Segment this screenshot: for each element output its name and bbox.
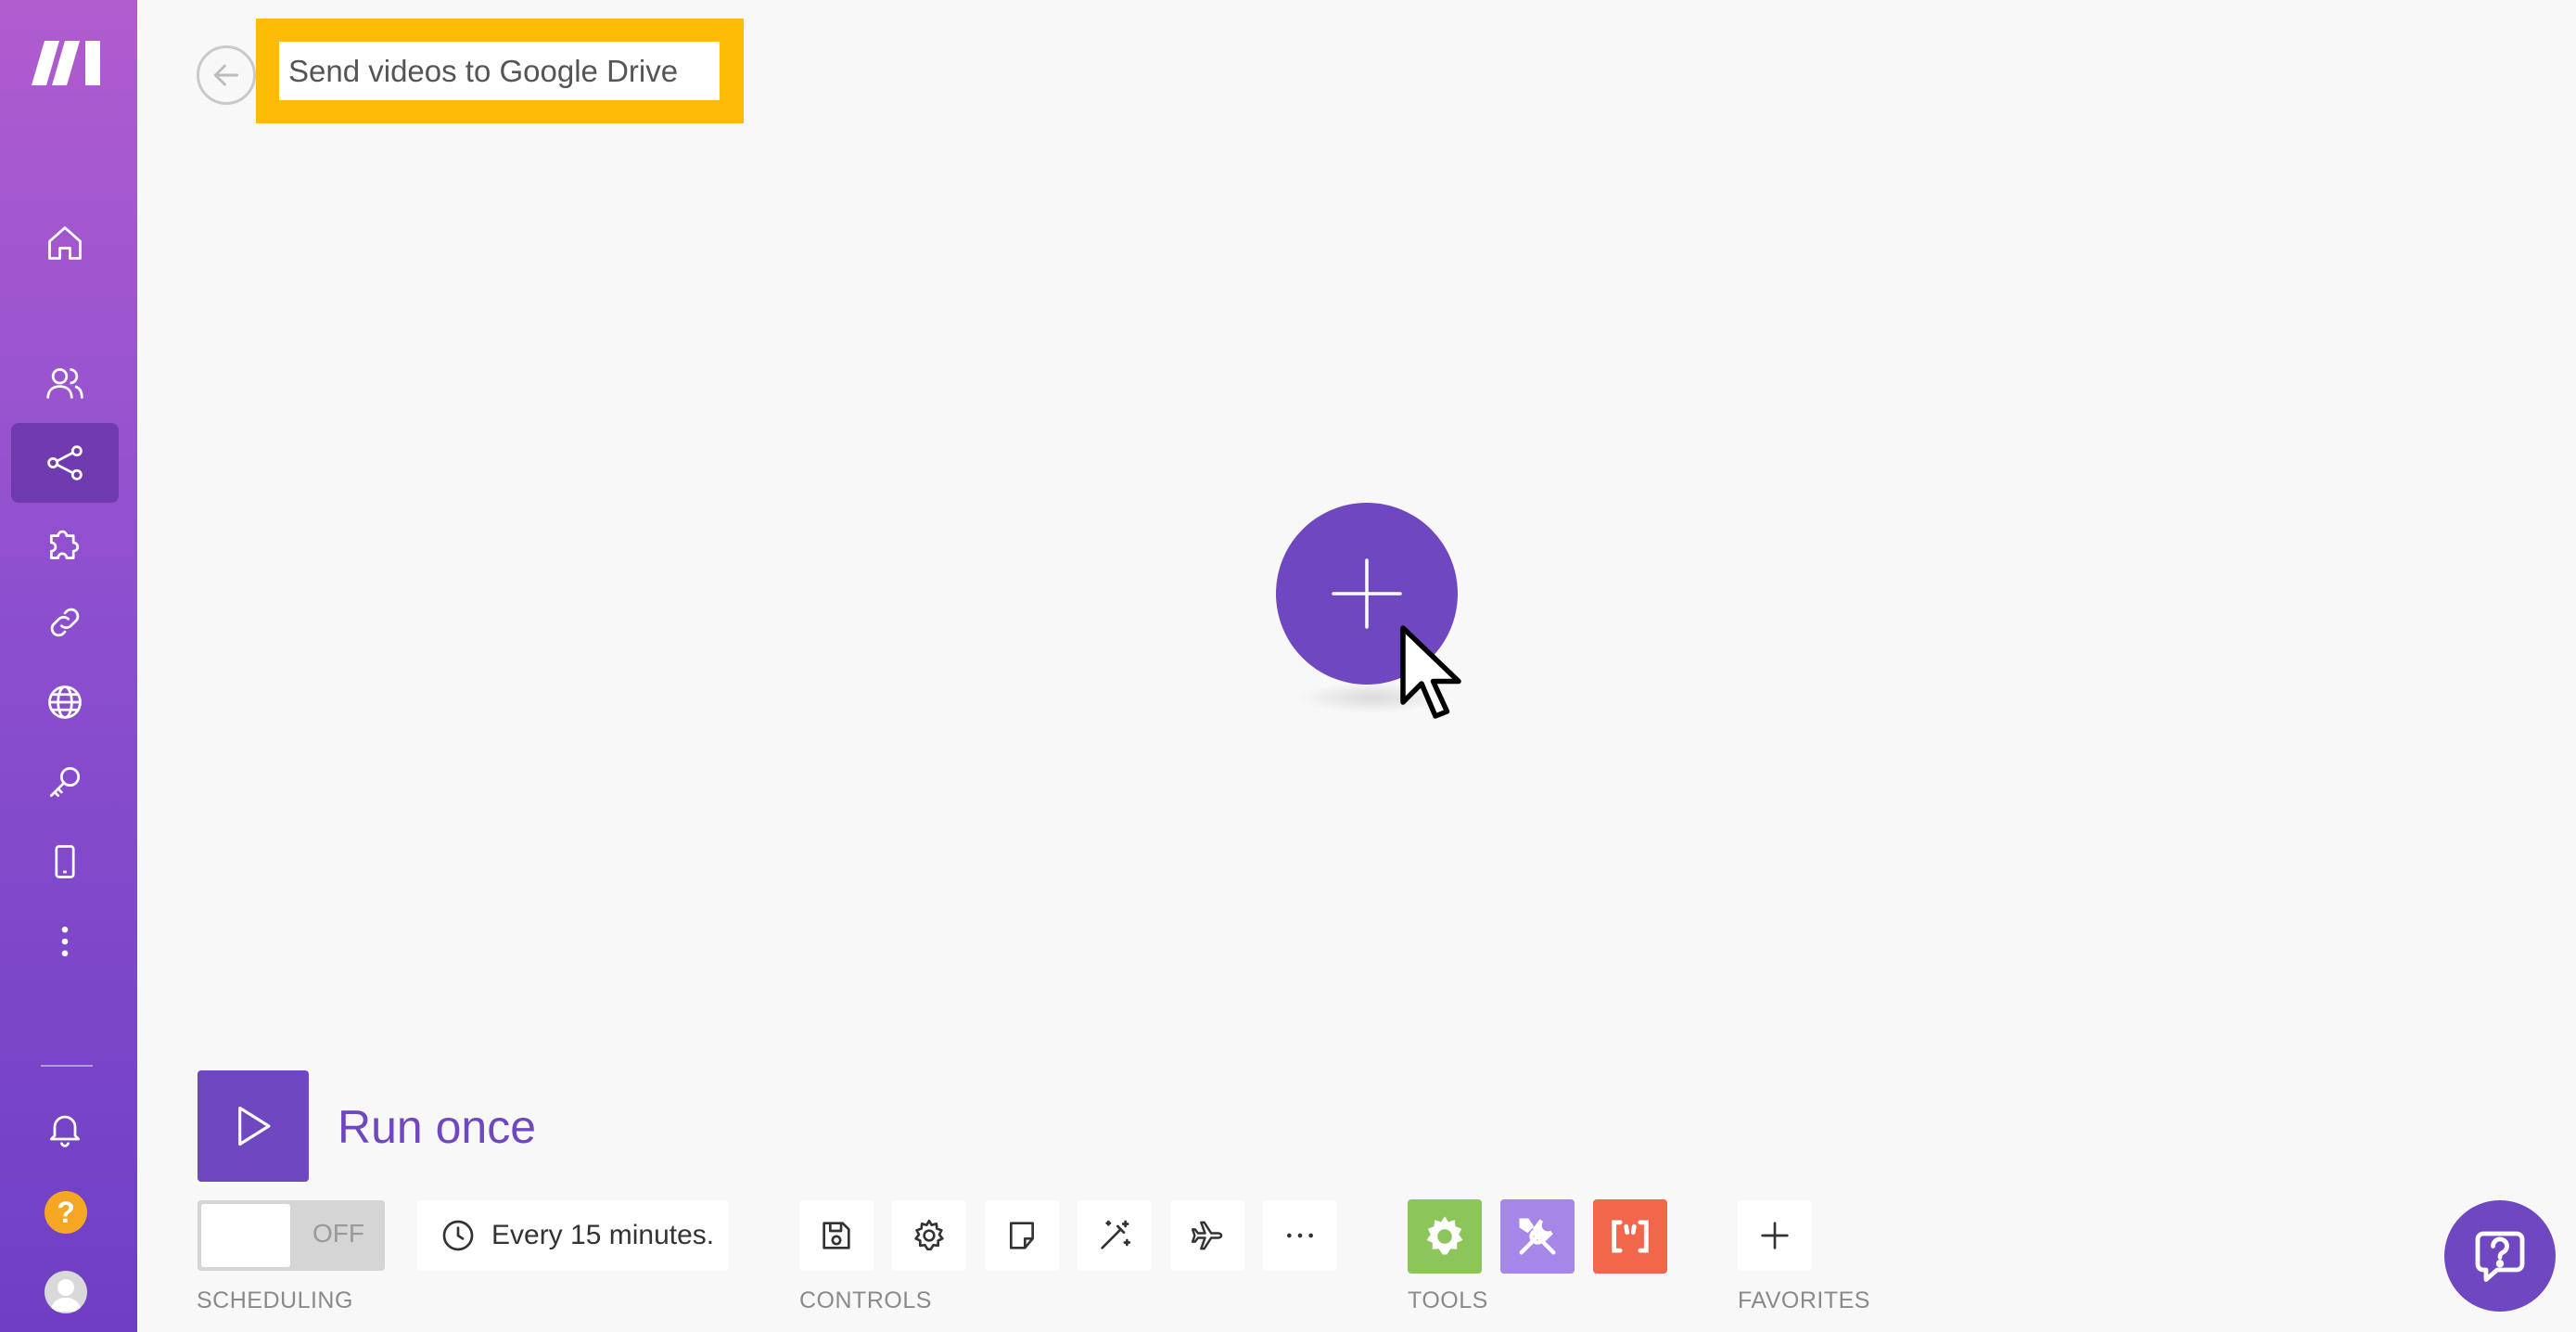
arrow-left-icon bbox=[213, 64, 239, 86]
back-button[interactable] bbox=[197, 45, 256, 105]
plus-icon bbox=[1761, 1222, 1789, 1249]
help-chat-icon bbox=[2475, 1231, 2525, 1282]
save-icon bbox=[823, 1222, 850, 1249]
help-chat-button[interactable] bbox=[2444, 1200, 2556, 1312]
play-icon bbox=[238, 1106, 271, 1146]
bracket-tool-icon bbox=[1612, 1220, 1649, 1253]
mouse-cursor-icon bbox=[1400, 625, 1461, 719]
link-icon bbox=[50, 608, 80, 637]
scheduling-toggle[interactable]: OFF bbox=[198, 1200, 385, 1271]
magic-wand-icon bbox=[1101, 1220, 1131, 1249]
sidebar: ? bbox=[0, 0, 137, 1332]
toggle-state-label: OFF bbox=[312, 1219, 364, 1248]
schedule-interval-button[interactable]: Every 15 minutes. bbox=[417, 1200, 729, 1271]
sidebar-item-home[interactable] bbox=[11, 203, 119, 283]
scenario-name-highlight bbox=[256, 19, 744, 123]
sidebar-item-devices[interactable] bbox=[11, 822, 119, 902]
avatar[interactable] bbox=[45, 1271, 87, 1313]
bell-icon bbox=[49, 1115, 81, 1147]
phone-icon bbox=[55, 845, 75, 878]
wrench-tool-icon bbox=[1519, 1218, 1556, 1255]
run-once-button[interactable] bbox=[198, 1070, 309, 1182]
puzzle-icon bbox=[49, 530, 80, 559]
sidebar-item-keys[interactable] bbox=[11, 742, 119, 822]
users-icon bbox=[46, 367, 83, 399]
tool-utilities[interactable] bbox=[1500, 1199, 1575, 1274]
explain-flow-button[interactable] bbox=[1170, 1200, 1244, 1271]
globe-icon bbox=[48, 685, 82, 719]
sidebar-divider bbox=[41, 1065, 93, 1067]
sidebar-item-team[interactable] bbox=[11, 343, 119, 423]
tool-text-parser[interactable] bbox=[1593, 1199, 1667, 1274]
schedule-interval-text: Every 15 minutes. bbox=[491, 1220, 715, 1250]
sidebar-item-notifications[interactable] bbox=[11, 1089, 119, 1169]
controls-section-label: CONTROLS bbox=[799, 1287, 932, 1313]
sidebar-item-apps[interactable] bbox=[11, 503, 119, 583]
sidebar-item-webhooks[interactable] bbox=[11, 662, 119, 742]
make-logo[interactable] bbox=[32, 37, 102, 87]
airplane-icon bbox=[1191, 1221, 1223, 1250]
add-favorite-button[interactable] bbox=[1738, 1200, 1812, 1271]
favorites-section-label: FAVORITES bbox=[1738, 1287, 1870, 1313]
sidebar-item-connections[interactable] bbox=[11, 583, 119, 662]
save-button[interactable] bbox=[799, 1200, 874, 1271]
user-avatar-icon bbox=[50, 1279, 82, 1312]
note-icon bbox=[1010, 1222, 1034, 1249]
plus-icon bbox=[1332, 558, 1402, 629]
gear-tool-icon bbox=[1426, 1216, 1463, 1255]
tools-section-label: TOOLS bbox=[1408, 1287, 1488, 1313]
tool-flow-control[interactable] bbox=[1408, 1199, 1482, 1274]
key-icon bbox=[49, 766, 81, 798]
sidebar-item-scenarios[interactable] bbox=[11, 423, 119, 503]
settings-icon bbox=[914, 1219, 944, 1251]
sidebar-item-more[interactable] bbox=[11, 902, 119, 981]
scenario-name-input[interactable] bbox=[279, 42, 720, 100]
settings-button[interactable] bbox=[892, 1200, 966, 1271]
more-controls-button[interactable] bbox=[1263, 1200, 1337, 1271]
help-button[interactable]: ? bbox=[45, 1191, 87, 1234]
share-icon bbox=[47, 445, 83, 480]
notes-button[interactable] bbox=[985, 1200, 1059, 1271]
scheduling-section-label: SCHEDULING bbox=[197, 1287, 353, 1313]
home-icon bbox=[48, 226, 82, 260]
run-once-label[interactable]: Run once bbox=[338, 1100, 536, 1154]
clock-icon bbox=[442, 1220, 474, 1251]
more-horizontal-icon bbox=[1287, 1233, 1313, 1238]
auto-align-button[interactable] bbox=[1078, 1200, 1152, 1271]
more-vertical-icon bbox=[61, 926, 69, 957]
toggle-knob bbox=[201, 1204, 290, 1267]
help-label: ? bbox=[57, 1195, 75, 1229]
